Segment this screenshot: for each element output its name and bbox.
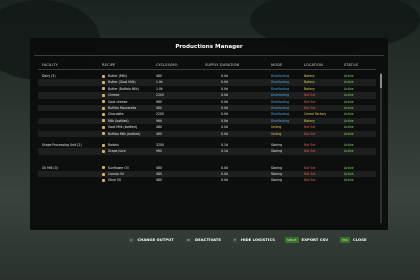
recipe-name: Olive Oil: [108, 178, 122, 183]
column-header-mode[interactable]: MODE: [271, 63, 282, 67]
key-hint: E: [232, 237, 238, 243]
key-hint: SPACE: [285, 237, 299, 243]
product-icon: [102, 106, 105, 110]
product-icon: [102, 179, 105, 183]
action-label: CLOSE: [352, 237, 367, 242]
production-list: Dairy (5) Butter (Milk) 480 0.0d Distrib…: [38, 73, 376, 184]
header-divider: [38, 69, 376, 70]
table-row[interactable]: Olive Oil 480 0.0d Storing Not Set Activ…: [38, 177, 376, 183]
location-value[interactable]: Not Set: [304, 177, 315, 183]
title-divider: [34, 55, 384, 56]
column-header-cycles[interactable]: CYCLES/MO: [156, 63, 178, 67]
action-label: DEACTIVATE: [194, 237, 221, 242]
mode-value[interactable]: Storing: [271, 177, 282, 183]
product-icon: [102, 80, 105, 84]
change-output-button[interactable]: Q CHANGE OUTPUT: [128, 236, 174, 244]
column-header-location[interactable]: LOCATION: [304, 63, 323, 67]
product-icon: [102, 74, 105, 78]
product-icon: [102, 112, 105, 116]
hide-logistics-button[interactable]: E HIDE LOGISTICS: [232, 236, 275, 244]
product-icon: [102, 172, 105, 176]
product-icon: [102, 87, 105, 91]
key-hint: Q: [128, 237, 135, 243]
scrollbar-track[interactable]: [380, 73, 382, 223]
key-hint: ESC: [340, 237, 350, 243]
action-label: CHANGE OUTPUT: [137, 237, 174, 242]
product-icon: [102, 100, 105, 104]
action-label: EXPORT CSV: [301, 237, 329, 242]
key-hint: W: [185, 237, 192, 243]
product-icon: [102, 132, 105, 136]
product-icon: [102, 125, 105, 129]
close-button[interactable]: ESC CLOSE: [340, 236, 367, 244]
product-icon: [102, 143, 105, 147]
scrollbar-thumb[interactable]: [380, 74, 382, 88]
product-icon: [102, 93, 105, 97]
action-bar: Q CHANGE OUTPUT W DEACTIVATE E HIDE LOGISTI…: [0, 232, 420, 280]
column-header-recipe[interactable]: RECIPE: [102, 63, 115, 67]
supply-value: 0.0d: [221, 178, 228, 183]
column-header-supply[interactable]: SUPPLY DURATION: [205, 63, 239, 67]
column-header-facility[interactable]: FACILITY: [42, 63, 58, 67]
export-csv-button[interactable]: SPACE EXPORT CSV: [285, 236, 328, 244]
product-icon: [102, 119, 105, 123]
action-label: HIDE LOGISTICS: [240, 237, 275, 242]
deactivate-button[interactable]: W DEACTIVATE: [185, 236, 221, 244]
column-header-status[interactable]: STATUS: [344, 63, 358, 67]
cycles-value: 480: [156, 178, 162, 183]
status-value: Active: [344, 178, 354, 183]
product-icon: [102, 166, 105, 170]
productions-manager-window: Productions Manager FACILITY RECIPE CYCL…: [30, 38, 388, 230]
window-title: Productions Manager: [175, 44, 243, 50]
product-icon: [102, 149, 105, 153]
